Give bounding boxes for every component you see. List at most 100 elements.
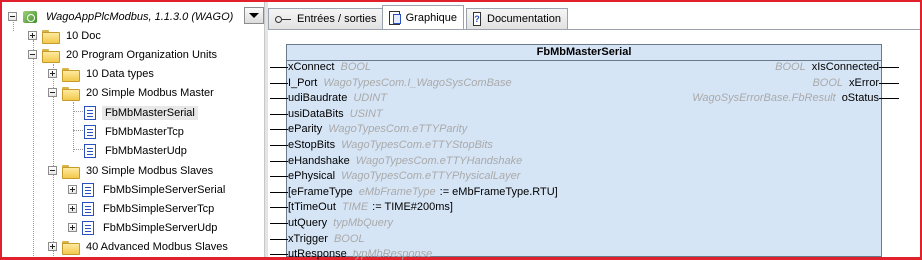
- tree-item-label: FbMbSimpleServerSerial: [103, 183, 226, 196]
- tree-item-label: 10 Data types: [86, 67, 154, 80]
- documentation-icon: ?: [473, 12, 481, 26]
- tree-item-label: 10 Doc: [66, 29, 101, 42]
- tree-item-data-types[interactable]: 10 Data types: [48, 64, 157, 83]
- pin-type: WagoSysErrorBase.FbResult: [692, 92, 836, 105]
- input-pin[interactable]: I_Port WagoTypesCom.I_WagoSysComBase: [270, 76, 512, 91]
- tree-item-simple-slaves[interactable]: 30 Simple Modbus Slaves: [48, 161, 216, 180]
- expand-icon[interactable]: [68, 204, 77, 213]
- function-block[interactable]: FbMbMasterSerial xConnect BOOL I_Port WagoT…: [270, 44, 899, 260]
- input-pin[interactable]: [eFrameType eMbFrameType:= eMbFrameType.R…: [270, 185, 558, 200]
- tree-item-label: 20 Program Organization Units: [66, 48, 218, 61]
- tree-connector: [73, 149, 83, 150]
- tab-label: Entrées / sorties: [297, 13, 377, 25]
- pin-initial-value: := eMbFrameType.RTU]: [439, 185, 558, 198]
- input-pin[interactable]: xConnect BOOL: [270, 60, 371, 75]
- pin-type: WagoTypesCom.eTTYHandshake: [355, 154, 523, 167]
- pin-connector: [270, 238, 288, 240]
- pin-name: xConnect: [288, 61, 335, 73]
- pin-name: utResponse: [288, 248, 347, 260]
- input-pin[interactable]: ePhysical WagoTypesCom.eTTYPhysicalLayer: [270, 169, 520, 184]
- tree-item-label: FbMbMasterSerial: [102, 105, 198, 120]
- pin-connector: [270, 113, 288, 115]
- pin-connector: [270, 254, 288, 256]
- function-block-icon: [84, 105, 96, 120]
- pin-initial-value: := TIME#200ms]: [372, 201, 453, 214]
- collapse-icon[interactable]: [28, 50, 37, 59]
- function-block-icon: [82, 201, 94, 216]
- folder-icon: [62, 86, 80, 101]
- tree-item-pou[interactable]: 20 Program Organization Units: [28, 45, 220, 64]
- input-pin[interactable]: udiBaudrate UDINT: [270, 91, 387, 106]
- pin-name: xTrigger: [288, 232, 328, 245]
- pin-connector: [879, 67, 899, 68]
- pin-name: I_Port: [288, 76, 318, 89]
- pin-type: WagoTypesCom.eTTYStopBits: [341, 139, 493, 151]
- folder-icon: [62, 240, 80, 255]
- expand-icon[interactable]: [28, 31, 37, 40]
- input-pin[interactable]: eStopBits WagoTypesCom.eTTYStopBits: [270, 138, 493, 153]
- graphic-editor[interactable]: FbMbMasterSerial xConnect BOOL I_Port WagoT…: [268, 30, 920, 260]
- collapse-icon[interactable]: [48, 88, 57, 97]
- folder-icon: [62, 164, 80, 179]
- expand-icon[interactable]: [68, 223, 77, 232]
- tree-item-label: FbMbSimpleServerUdp: [103, 221, 218, 234]
- tree-item-simpleserverserial[interactable]: FbMbSimpleServerSerial: [68, 180, 228, 199]
- tab-documentation[interactable]: ? Documentation: [466, 8, 568, 29]
- tab-graphic[interactable]: Graphique: [382, 5, 464, 29]
- pin-name: ePhysical: [288, 170, 336, 183]
- input-pin[interactable]: eParity WagoTypesCom.eTTYParity: [270, 122, 468, 137]
- tab-label: Graphique: [405, 11, 457, 24]
- input-pin[interactable]: utResponse typMbResponse: [270, 247, 432, 260]
- pin-connector: [879, 98, 899, 100]
- tree-root[interactable]: WagoAppPlcModbus, 1.1.3.0 (WAGO): [8, 7, 236, 26]
- tree-item-simple-master[interactable]: 20 Simple Modbus Master: [48, 83, 217, 102]
- project-tree[interactable]: WagoAppPlcModbus, 1.1.3.0 (WAGO) 10 Doc …: [2, 2, 264, 257]
- tree-item-simpleservertcp[interactable]: FbMbSimpleServerTcp: [68, 199, 217, 218]
- output-pin[interactable]: BOOL xError: [812, 76, 899, 91]
- pin-name: [tTimeOut: [288, 201, 336, 214]
- input-pin[interactable]: [tTimeOut TIME:= TIME#200ms]: [270, 200, 453, 215]
- input-pin[interactable]: eHandshake WagoTypesCom.eTTYHandshake: [270, 154, 523, 169]
- pin-connector: [270, 145, 288, 146]
- output-pin[interactable]: WagoSysErrorBase.FbResult oStatus: [692, 91, 899, 106]
- tree-item-label: 30 Simple Modbus Slaves: [86, 164, 214, 177]
- input-pin[interactable]: xTrigger BOOL: [270, 232, 365, 247]
- tree-item-doc[interactable]: 10 Doc: [28, 26, 104, 45]
- expand-icon[interactable]: [68, 185, 77, 194]
- pin-name: xIsConnected: [811, 61, 879, 73]
- expand-icon[interactable]: [48, 69, 57, 78]
- pin-type: WagoTypesCom.eTTYParity: [328, 123, 468, 136]
- tree-item-simpleserverudp[interactable]: FbMbSimpleServerUdp: [68, 218, 220, 237]
- pin-type: TIME: [341, 201, 369, 214]
- pin-name: utQuery: [288, 217, 328, 229]
- pin-name: udiBaudrate: [288, 92, 348, 105]
- pin-connector: [270, 98, 288, 100]
- tree-dropdown-button[interactable]: [244, 7, 264, 24]
- tree-item-advanced-slaves[interactable]: 40 Advanced Modbus Slaves: [48, 237, 231, 256]
- input-pin[interactable]: utQuery typMbQuery: [270, 216, 393, 231]
- tab-inputs-outputs[interactable]: Entrées / sorties: [268, 8, 384, 29]
- input-pin[interactable]: usiDataBits USINT: [270, 107, 383, 122]
- pin-name: eStopBits: [288, 139, 336, 151]
- pin-connector: [270, 129, 288, 131]
- pin-name: [eFrameType: [288, 185, 353, 198]
- pin-connector: [270, 176, 288, 178]
- function-block-icon: [82, 182, 94, 197]
- chevron-down-icon: [249, 13, 259, 18]
- tree-item-label: 40 Advanced Modbus Slaves: [86, 240, 228, 253]
- graphic-icon: [389, 10, 401, 25]
- tree-item-label: FbMbMasterUdp: [105, 144, 187, 157]
- tree-connector: [73, 102, 74, 152]
- tree-item-fbmbmasterudp[interactable]: FbMbMasterUdp: [84, 141, 190, 160]
- tree-item-fbmbmasterserial[interactable]: FbMbMasterSerial: [84, 103, 198, 122]
- collapse-icon[interactable]: [8, 12, 17, 21]
- pin-connector: [270, 223, 288, 224]
- collapse-icon[interactable]: [48, 166, 57, 175]
- tree-item-fbmbmastertcp[interactable]: FbMbMasterTcp: [84, 122, 187, 141]
- pin-type: BOOL: [333, 232, 365, 245]
- io-icon: [275, 15, 291, 23]
- pin-connector: [270, 160, 288, 162]
- output-pin[interactable]: BOOL xIsConnected: [775, 60, 899, 75]
- expand-icon[interactable]: [48, 242, 57, 251]
- pin-name: usiDataBits: [288, 107, 344, 120]
